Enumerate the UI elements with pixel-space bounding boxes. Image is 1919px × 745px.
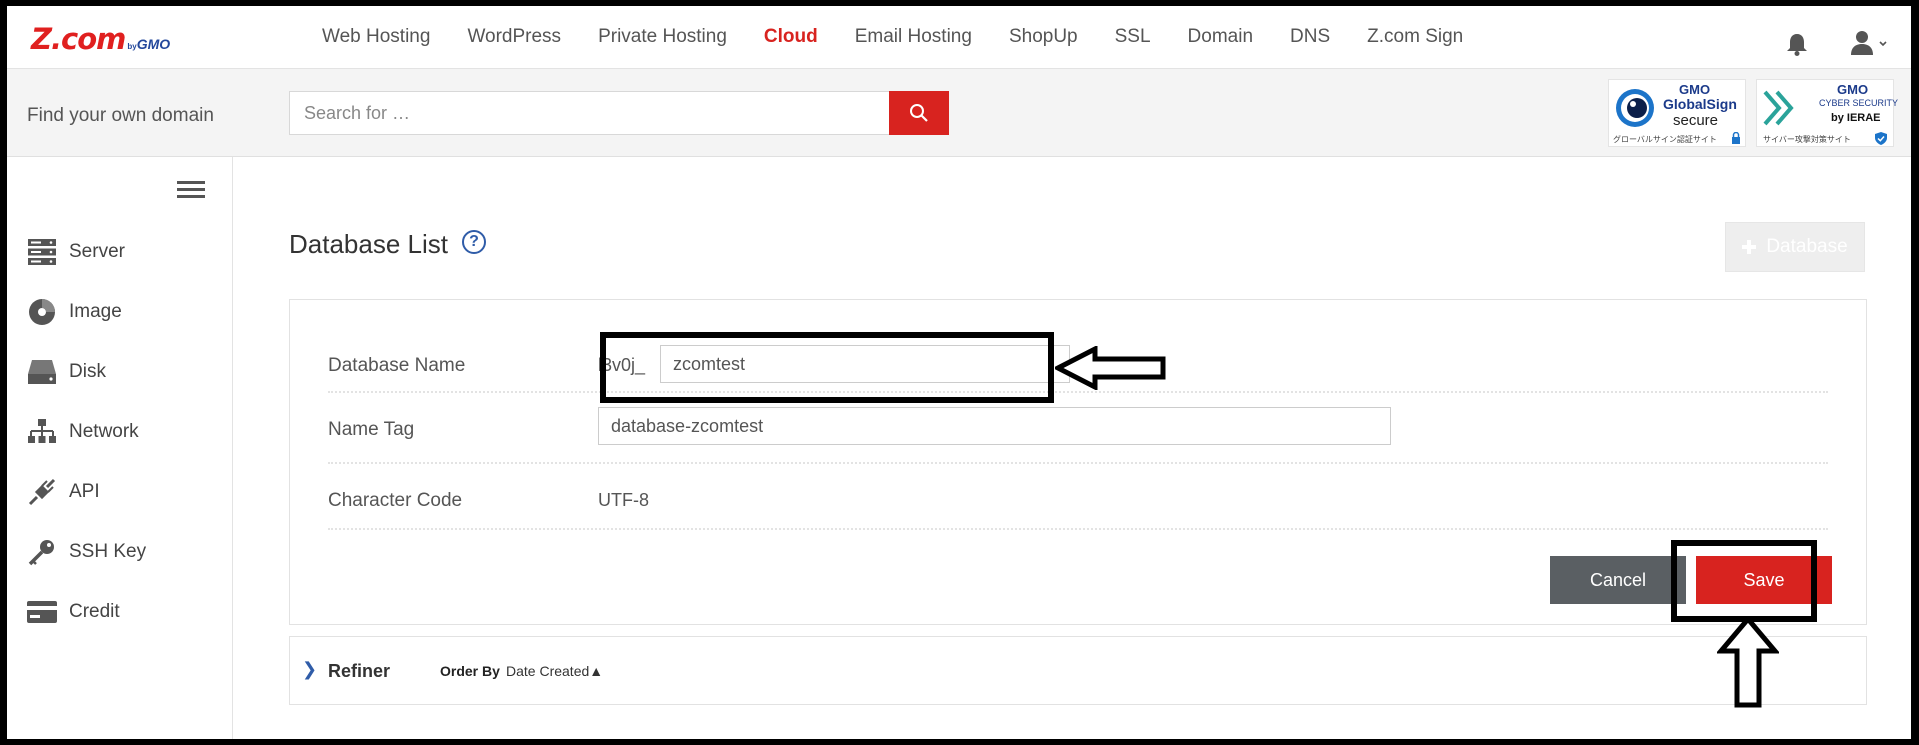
cs-line1: CYBER SECURITY: [1819, 98, 1899, 108]
page-title: Database List: [289, 229, 448, 259]
name-tag-label: Name Tag: [328, 419, 415, 440]
browser-frame: Z.com by GMO Web Hosting WordPress Priva…: [7, 6, 1911, 739]
nav-email-hosting[interactable]: Email Hosting: [855, 26, 972, 48]
top-navigation: Z.com by GMO Web Hosting WordPress Priva…: [7, 6, 1911, 69]
nav-cloud[interactable]: Cloud: [764, 26, 818, 48]
name-tag-input[interactable]: [598, 407, 1391, 445]
row-name-tag: Name Tag: [328, 393, 1828, 464]
lock-icon: [1732, 132, 1740, 144]
cybersecurity-badge[interactable]: GMO CYBER SECURITY by IERAE サイバー攻撃対策サイト: [1756, 79, 1898, 147]
find-domain-label: Find your own domain: [27, 105, 214, 126]
nav-ssl[interactable]: SSL: [1115, 26, 1151, 48]
arrow-up-annotation-icon: [1717, 616, 1779, 708]
bell-icon[interactable]: [1786, 32, 1808, 56]
refiner-panel[interactable]: ❯ Refiner Order By Date Created▲: [289, 636, 1867, 705]
database-name-label: Database Name: [328, 355, 466, 376]
credit-card-icon: [27, 597, 57, 627]
nav-private-hosting[interactable]: Private Hosting: [598, 26, 727, 48]
sidebar-label-credit: Credit: [69, 601, 120, 622]
nav-zcom-sign[interactable]: Z.com Sign: [1367, 26, 1463, 48]
row-character-code: Character Code UTF-8: [328, 464, 1828, 530]
sidebar-item-network[interactable]: Network: [27, 417, 139, 447]
sidebar-label-server: Server: [69, 241, 125, 262]
sidebar-label-ssh-key: SSH Key: [69, 541, 147, 562]
gs-caption: グローバルサイン認証サイト: [1613, 135, 1717, 144]
sidebar-label-api: API: [69, 481, 100, 502]
sidebar-label-disk: Disk: [69, 361, 106, 382]
gs-secure: secure: [1673, 112, 1719, 129]
key-icon: [27, 537, 57, 567]
search-button[interactable]: [889, 91, 949, 135]
domain-search-bar: Find your own domain GMO GlobalSign secu…: [7, 69, 1911, 157]
highlight-box-save: [1671, 540, 1817, 622]
cs-brand: GMO: [1837, 82, 1869, 97]
sidebar-item-disk[interactable]: Disk: [27, 357, 106, 387]
nav-domain[interactable]: Domain: [1188, 26, 1253, 48]
api-plug-icon: [27, 477, 57, 507]
arrow-left-annotation-icon: [1055, 346, 1166, 390]
cancel-button[interactable]: Cancel: [1550, 556, 1686, 604]
sidebar-item-server[interactable]: Server: [27, 237, 125, 267]
add-database-button[interactable]: Database: [1725, 222, 1865, 272]
sidebar-item-ssh-key[interactable]: SSH Key: [27, 537, 146, 567]
network-icon: [27, 417, 57, 447]
nav-dns[interactable]: DNS: [1290, 26, 1330, 48]
ierae-logo-icon: [1763, 90, 1794, 126]
chevron-right-icon: ❯: [302, 659, 318, 679]
order-by-label: Order By: [440, 663, 500, 679]
sidebar-label-image: Image: [69, 301, 122, 322]
user-icon[interactable]: [1850, 30, 1890, 56]
disk-icon: [27, 357, 57, 387]
gs-name: GlobalSign: [1663, 96, 1737, 112]
character-code-label: Character Code: [328, 490, 463, 511]
globalsign-badge[interactable]: GMO GlobalSign secure グローバルサイン認証サイト: [1608, 79, 1746, 147]
shield-check-icon: [1875, 132, 1887, 145]
nav-web-hosting[interactable]: Web Hosting: [322, 26, 430, 48]
plus-icon: [1742, 240, 1757, 254]
nav-wordpress[interactable]: WordPress: [467, 26, 561, 48]
refiner-label: Refiner: [328, 661, 391, 681]
image-disc-icon: [27, 297, 57, 327]
gs-brand: GMO: [1679, 82, 1711, 97]
server-icon: [27, 237, 57, 267]
domain-search-input[interactable]: [289, 91, 897, 135]
character-code-value: UTF-8: [598, 490, 649, 510]
order-by-value[interactable]: Date Created▲: [506, 663, 603, 679]
add-database-label: Database: [1766, 236, 1848, 257]
logo-gmo: GMO: [136, 36, 171, 52]
highlight-box-database-name: [600, 332, 1054, 403]
hamburger-menu-icon[interactable]: [177, 181, 205, 199]
logo-by: by: [127, 42, 137, 51]
sidebar: Server Image Disk Network API SSH Key Cr…: [7, 157, 233, 739]
cs-caption: サイバー攻撃対策サイト: [1763, 135, 1851, 144]
main-nav: Web Hosting WordPress Private Hosting Cl…: [322, 26, 1500, 48]
globalsign-eye-icon: [1616, 89, 1654, 127]
cs-line2: by IERAE: [1831, 112, 1881, 124]
help-icon[interactable]: ?: [462, 230, 486, 254]
sidebar-item-api[interactable]: API: [27, 477, 100, 507]
sidebar-item-image[interactable]: Image: [27, 297, 122, 327]
search-icon: [910, 104, 928, 122]
logo-text: Z.com: [31, 22, 126, 56]
nav-shopup[interactable]: ShopUp: [1009, 26, 1078, 48]
zcom-logo[interactable]: Z.com by GMO: [31, 22, 170, 56]
sidebar-item-credit[interactable]: Credit: [27, 597, 120, 627]
sidebar-label-network: Network: [69, 421, 139, 442]
